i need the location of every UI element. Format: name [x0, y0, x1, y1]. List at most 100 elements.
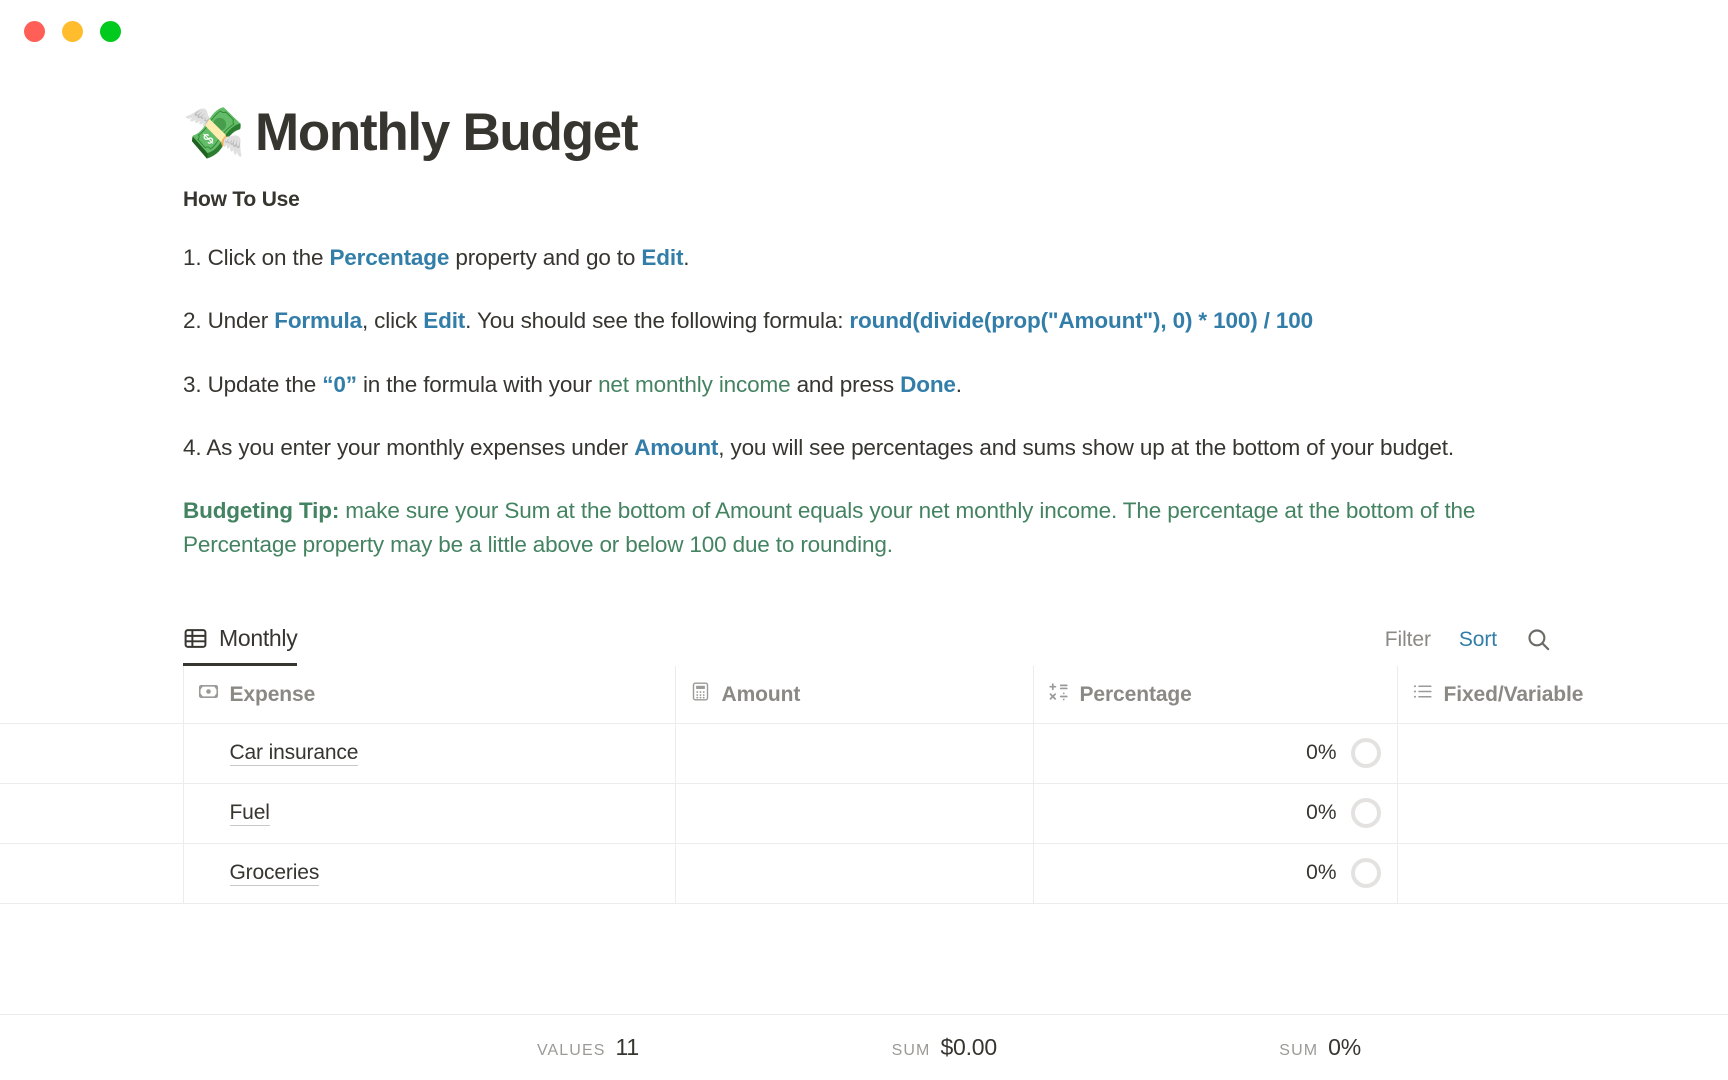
step-text: . — [955, 371, 962, 397]
column-header-fixed-variable[interactable]: Fixed/Variable — [1396, 666, 1728, 724]
row-gutter — [0, 723, 183, 784]
cell-expense[interactable]: Car insurance — [182, 723, 675, 784]
cell-fixed-variable[interactable] — [1396, 843, 1728, 904]
table-body: Car insurance 0% Fuel 0% Groceries 0% — [0, 723, 1728, 904]
row-title-link[interactable]: Fuel — [229, 801, 270, 827]
step-highlight[interactable]: Amount — [634, 435, 718, 460]
minimize-window-button[interactable] — [62, 20, 83, 42]
step-number: 1. — [183, 245, 208, 271]
table-row[interactable]: Groceries 0% — [0, 843, 1728, 904]
table-row[interactable]: Fuel 0% — [0, 783, 1728, 844]
step-text: . — [683, 245, 690, 271]
view-tab-label: Monthly — [219, 625, 298, 652]
close-window-button[interactable] — [24, 20, 45, 42]
sort-button[interactable]: Sort — [1459, 628, 1497, 652]
step-highlight[interactable]: Done — [900, 372, 956, 397]
step-number: 3. — [183, 371, 208, 397]
column-header-expense[interactable]: Expense — [182, 666, 675, 724]
summary-percentage-value: 0% — [1328, 1034, 1361, 1060]
money-with-wings-icon[interactable]: 💸 — [183, 108, 245, 158]
cell-percentage[interactable]: 0% — [1032, 843, 1397, 904]
step-text: Click on the — [207, 245, 330, 271]
step-number: 4. — [183, 434, 207, 460]
summary-expense-label: Values — [536, 1042, 606, 1059]
app-window: 💸 Monthly Budget How To Use 1. Click on … — [0, 0, 1728, 1080]
summary-percentage[interactable]: Sum 0% — [1033, 1034, 1397, 1061]
page-body: 💸 Monthly Budget How To Use 1. Click on … — [0, 103, 1728, 562]
database-toolbar: Monthly Filter Sort — [183, 610, 1728, 667]
step-highlight[interactable]: Edit — [423, 308, 465, 333]
step-text: As you enter your monthly expenses under — [206, 434, 635, 460]
cell-fixed-variable[interactable] — [1396, 723, 1728, 784]
row-title-link[interactable]: Car insurance — [229, 741, 358, 767]
summary-expense[interactable]: Values 11 — [183, 1034, 675, 1061]
table-header-row: Expense Amount Percentage Fixed/Variable — [0, 666, 1728, 724]
filter-button[interactable]: Filter — [1385, 628, 1431, 652]
row-gutter — [0, 843, 183, 904]
cell-percentage-value: 0% — [1306, 801, 1337, 825]
step-highlight[interactable]: Formula — [274, 308, 362, 333]
step-highlight[interactable]: round(divide(prop("Amount"), 0) * 100) /… — [849, 308, 1313, 333]
title-icon — [198, 681, 219, 708]
cell-expense[interactable]: Fuel — [182, 783, 675, 844]
table-summary-bar: Values 11 Sum $0.00 Sum 0% — [0, 1014, 1728, 1080]
instruction-step-3: 3. Update the “0” in the formula with yo… — [183, 368, 1583, 402]
step-highlight[interactable]: Percentage — [329, 245, 449, 270]
column-header-percentage-label: Percentage — [1079, 682, 1192, 706]
step-text: in the formula with your — [356, 371, 599, 397]
column-header-fixed-variable-label: Fixed/Variable — [1443, 682, 1584, 706]
zoom-window-button[interactable] — [100, 20, 121, 42]
cell-fixed-variable[interactable] — [1396, 783, 1728, 844]
cell-amount[interactable] — [674, 723, 1033, 784]
cell-expense[interactable]: Groceries — [182, 843, 675, 904]
summary-amount-label: Sum — [891, 1042, 931, 1059]
column-header-amount[interactable]: Amount — [674, 666, 1033, 724]
step-text: Update the — [207, 371, 323, 397]
row-title-link[interactable]: Groceries — [229, 861, 319, 887]
instruction-step-4: 4. As you enter your monthly expenses un… — [183, 431, 1583, 465]
instruction-step-2: 2. Under Formula, click Edit. You should… — [183, 304, 1583, 338]
budgeting-tip-body: make sure your Sum at the bottom of Amou… — [183, 498, 1476, 558]
view-tab-monthly[interactable]: Monthly — [183, 625, 298, 667]
step-highlight[interactable]: Edit — [641, 245, 683, 270]
database-block: Monthly Filter Sort Expense Amount Perce… — [0, 610, 1728, 904]
step-number: 2. — [183, 308, 208, 334]
cell-percentage[interactable]: 0% — [1032, 783, 1397, 844]
table-gutter-header — [0, 666, 183, 724]
progress-ring-icon — [1350, 738, 1381, 769]
summary-percentage-label: Sum — [1279, 1042, 1319, 1059]
page-title[interactable]: Monthly Budget — [255, 103, 638, 162]
window-titlebar — [0, 0, 1728, 62]
column-header-expense-label: Expense — [229, 682, 316, 706]
cell-percentage[interactable]: 0% — [1032, 723, 1397, 784]
step-text: Under — [207, 308, 275, 334]
select-icon — [1412, 681, 1433, 708]
number-icon — [690, 681, 711, 708]
cell-amount[interactable] — [674, 843, 1033, 904]
progress-ring-icon — [1350, 798, 1381, 829]
howto-heading: How To Use — [183, 188, 300, 212]
database-actions: Filter Sort — [1385, 626, 1552, 666]
summary-expense-value: 11 — [615, 1034, 640, 1060]
page-content: 💸 Monthly Budget How To Use 1. Click on … — [0, 62, 1728, 904]
summary-amount[interactable]: Sum $0.00 — [675, 1034, 1033, 1061]
search-icon[interactable] — [1525, 626, 1552, 654]
formula-icon — [1048, 681, 1069, 708]
column-header-amount-label: Amount — [721, 682, 801, 706]
instruction-step-1: 1. Click on the Percentage property and … — [183, 241, 1583, 275]
column-header-percentage[interactable]: Percentage — [1032, 666, 1397, 724]
table-row[interactable]: Car insurance 0% — [0, 723, 1728, 784]
progress-ring-icon — [1350, 858, 1381, 889]
traffic-light-group — [24, 20, 121, 42]
budgeting-tip: Budgeting Tip: make sure your Sum at the… — [183, 494, 1583, 562]
cell-amount[interactable] — [674, 783, 1033, 844]
step-text: , click — [361, 308, 424, 334]
cell-percentage-value: 0% — [1306, 861, 1337, 885]
summary-amount-value: $0.00 — [940, 1034, 997, 1060]
page-title-row: 💸 Monthly Budget — [183, 103, 1668, 162]
step-highlight[interactable]: net monthly income — [598, 372, 791, 397]
budgeting-tip-label: Budgeting Tip: — [183, 498, 340, 524]
table-icon — [183, 626, 208, 651]
database-table: Expense Amount Percentage Fixed/Variable… — [0, 666, 1728, 904]
step-highlight[interactable]: “0” — [322, 372, 357, 397]
